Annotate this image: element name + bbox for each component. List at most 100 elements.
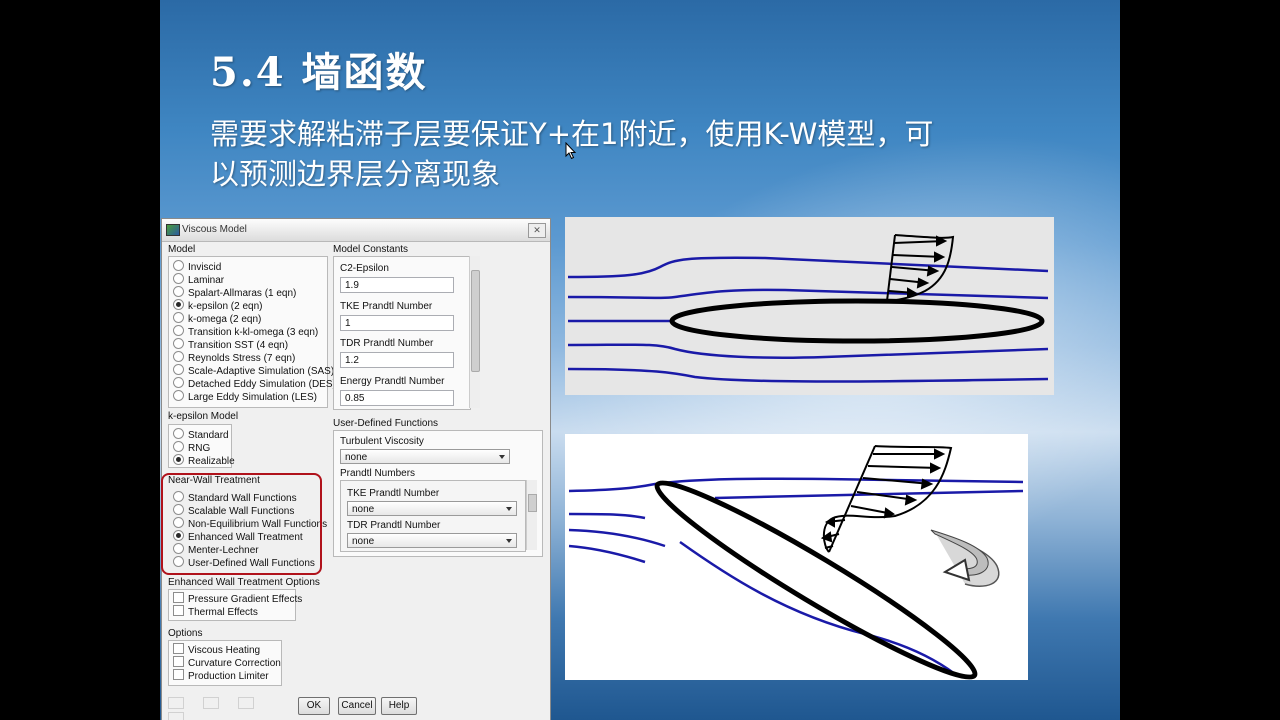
model-option[interactable]: k-epsilon (2 eqn) — [173, 299, 262, 312]
model-option-label: Scale-Adaptive Simulation (SAS) — [188, 366, 335, 377]
chevron-down-icon — [506, 539, 512, 543]
dialog-titlebar[interactable]: Viscous Model ✕ — [162, 219, 550, 242]
nearwall-highlight-box — [161, 473, 322, 575]
model-option[interactable]: Detached Eddy Simulation (DES) — [173, 377, 336, 390]
turb-visc-select[interactable]: none — [340, 449, 510, 464]
option-option[interactable]: Curvature Correction — [173, 656, 281, 669]
help-button[interactable]: Help — [381, 697, 417, 715]
tke-udf-label: TKE Prandtl Number — [347, 488, 440, 499]
model-option[interactable]: Transition SST (4 eqn) — [173, 338, 288, 351]
edit-icon — [202, 697, 219, 709]
toolbar-icons — [168, 697, 278, 720]
radio-button-icon[interactable] — [173, 286, 184, 297]
tilted-airfoil-shape — [654, 480, 978, 680]
model-option-label: Inviscid — [188, 262, 222, 273]
prandtl-numbers-label: Prandtl Numbers — [340, 468, 416, 479]
constant-label: C2-Epsilon — [340, 263, 389, 274]
constants-scrollbar[interactable] — [469, 256, 480, 408]
option-option[interactable]: Production Limiter — [173, 669, 269, 682]
radio-button-icon[interactable] — [173, 351, 184, 362]
ewt-option[interactable]: Thermal Effects — [173, 605, 258, 618]
kepsilon-option-label: Standard — [188, 430, 229, 441]
checkbox-icon[interactable] — [173, 656, 184, 667]
checkbox-icon[interactable] — [173, 669, 184, 680]
tdr-udf-value: none — [352, 536, 375, 547]
checkbox-icon[interactable] — [173, 643, 184, 654]
radio-button-icon[interactable] — [173, 299, 184, 310]
separated-flow-figure — [565, 434, 1028, 680]
model-constants-label: Model Constants — [333, 244, 409, 255]
kepsilon-option[interactable]: Realizable — [173, 454, 235, 467]
radio-button-icon[interactable] — [173, 364, 184, 375]
constant-input[interactable]: 1.2 — [340, 352, 454, 368]
constants-scrollbar-thumb[interactable] — [471, 270, 480, 372]
turb-visc-label: Turbulent Viscosity — [340, 436, 424, 447]
model-option-label: Spalart-Allmaras (1 eqn) — [188, 288, 297, 299]
close-button[interactable]: ✕ — [528, 223, 546, 238]
kepsilon-option-label: Realizable — [188, 456, 235, 467]
fluent-app-icon — [166, 224, 180, 236]
ewt-option[interactable]: Pressure Gradient Effects — [173, 592, 302, 605]
model-option-label: Laminar — [188, 275, 225, 286]
radio-button-icon[interactable] — [173, 312, 184, 323]
tke-udf-select[interactable]: none — [347, 501, 517, 516]
radio-button-icon[interactable] — [173, 454, 184, 465]
model-constants-panel: C2-Epsilon 1.9 TKE Prandtl Number 1 TDR Pran… — [333, 256, 471, 410]
model-option[interactable]: Reynolds Stress (7 eqn) — [173, 351, 295, 364]
model-option[interactable]: Transition k-kl-omega (3 eqn) — [173, 325, 318, 338]
model-option[interactable]: Spalart-Allmaras (1 eqn) — [173, 286, 296, 299]
constant-input[interactable]: 0.85 — [340, 389, 454, 406]
constant-label: TDR Prandtl Number — [340, 338, 434, 349]
slide-body-line-2: 以预测边界层分离现象 — [210, 157, 501, 191]
doc-icon — [168, 712, 184, 720]
tdr-udf-label: TDR Prandtl Number — [347, 520, 441, 531]
model-option-label: Detached Eddy Simulation (DES) — [188, 379, 336, 390]
model-option[interactable]: Inviscid — [173, 260, 221, 273]
option-option[interactable]: Viscous Heating — [173, 643, 260, 656]
model-option[interactable]: Large Eddy Simulation (LES) — [173, 390, 317, 403]
radio-button-icon[interactable] — [173, 377, 184, 388]
radio-button-icon[interactable] — [173, 428, 184, 439]
udf-panel: Turbulent Viscosity none Prandtl Numbers… — [333, 430, 543, 557]
radio-button-icon[interactable] — [173, 390, 184, 401]
model-section-label: Model — [168, 244, 196, 255]
options-checkbox-group: Viscous Heating Curvature Correction Produ… — [168, 640, 282, 686]
ok-button[interactable]: OK — [298, 697, 330, 715]
model-option[interactable]: Laminar — [173, 273, 224, 286]
kepsilon-section-label: k-epsilon Model — [168, 411, 239, 422]
slide-body: 需要求解粘滞子层要保证Y+在1附近，使用K-W模型，可 以预测边界层分离现象 — [210, 114, 1010, 194]
kepsilon-option-label: RNG — [188, 443, 211, 454]
radio-button-icon[interactable] — [173, 441, 184, 452]
model-option[interactable]: k-omega (2 eqn) — [173, 312, 261, 325]
viscous-model-dialog: Viscous Model ✕ Model Inviscid Laminar Spa… — [161, 218, 551, 720]
chevron-down-icon — [506, 507, 512, 511]
checkbox-icon[interactable] — [173, 592, 184, 603]
radio-button-icon[interactable] — [173, 338, 184, 349]
checkbox-icon[interactable] — [173, 605, 184, 616]
radio-button-icon[interactable] — [173, 325, 184, 336]
kepsilon-option[interactable]: RNG — [173, 441, 210, 454]
constant-input[interactable]: 1.9 — [340, 277, 454, 293]
radio-button-icon[interactable] — [173, 260, 184, 271]
slide-title: 5.4 墙函数 — [210, 49, 428, 96]
prandtl-udf-panel: TKE Prandtl Number none TDR Prandtl Numb… — [340, 480, 526, 552]
kepsilon-option[interactable]: Standard — [173, 428, 229, 441]
chevron-down-icon — [499, 455, 505, 459]
radio-button-icon[interactable] — [173, 273, 184, 284]
dialog-title: Viscous Model — [182, 224, 247, 235]
constant-input[interactable]: 1 — [340, 314, 454, 331]
streamlines — [568, 477, 1024, 676]
option-option-label: Viscous Heating — [188, 645, 261, 656]
airfoil-shape — [669, 298, 1045, 344]
separated-velocity-profile — [820, 445, 953, 553]
model-option-label: Reynolds Stress (7 eqn) — [188, 353, 296, 364]
tdr-udf-select[interactable]: none — [347, 533, 517, 548]
turb-visc-value: none — [345, 452, 368, 463]
udf-scrollbar-thumb[interactable] — [528, 494, 537, 512]
udf-scrollbar[interactable] — [526, 480, 537, 550]
cancel-button[interactable]: Cancel — [338, 697, 376, 715]
attached-flow-figure — [565, 217, 1054, 395]
model-option[interactable]: Scale-Adaptive Simulation (SAS) — [173, 364, 334, 377]
ewt-section-label: Enhanced Wall Treatment Options — [168, 577, 320, 588]
model-option-label: Large Eddy Simulation (LES) — [188, 392, 317, 403]
